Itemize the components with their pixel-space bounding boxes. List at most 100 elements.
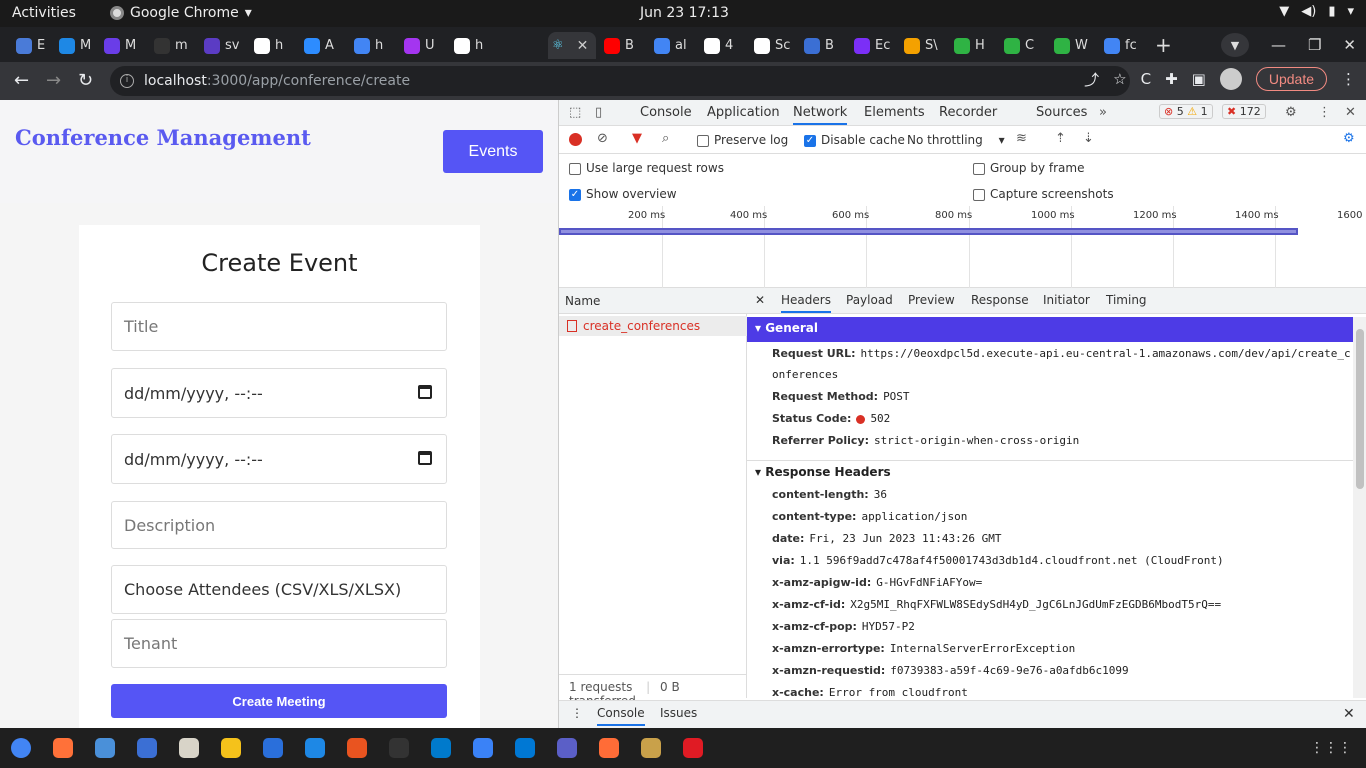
show-overview-checkbox[interactable]: ✓ Show overview	[569, 187, 677, 201]
thunderbird-icon[interactable]	[137, 738, 157, 758]
create-meeting-button[interactable]: Create Meeting	[111, 684, 447, 718]
browser-tab[interactable]: A	[300, 32, 334, 59]
writer-icon[interactable]	[263, 738, 283, 758]
browser-tab[interactable]: B	[800, 32, 834, 59]
error-warning-badge[interactable]: ⊗ 5 ⚠ 1	[1159, 104, 1213, 119]
browser-tab[interactable]: h	[450, 32, 483, 59]
search-icon[interactable]: ⌕	[662, 131, 669, 146]
browser-tab[interactable]: M	[100, 32, 136, 59]
profile-avatar[interactable]	[1219, 68, 1242, 90]
minimize-button[interactable]: —	[1271, 36, 1286, 54]
network-settings-gear-icon[interactable]: ⚙	[1343, 131, 1355, 146]
start-datetime-input[interactable]: dd/mm/yyyy, --:--	[111, 368, 447, 418]
devtools-tab-elements[interactable]: Elements	[864, 105, 925, 120]
show-apps-icon[interactable]: ⋮⋮⋮	[1310, 740, 1352, 756]
browser-tab[interactable]: W	[1050, 32, 1088, 59]
browser-tab[interactable]: Sc	[750, 32, 790, 59]
events-button[interactable]: Events	[443, 130, 543, 173]
software-icon[interactable]	[347, 738, 367, 758]
clear-icon[interactable]: ⊘	[597, 131, 608, 146]
inspect-element-icon[interactable]: ⬚	[569, 105, 581, 120]
archive-icon[interactable]	[641, 738, 661, 758]
request-row[interactable]: create_conferences	[559, 316, 747, 336]
detail-tab-headers[interactable]: Headers	[781, 293, 831, 313]
calendar-icon[interactable]	[418, 451, 432, 465]
network-overview[interactable]: 200 ms 400 ms 600 ms 800 ms 1000 ms 1200…	[559, 206, 1366, 288]
devtools-tab-sources[interactable]: Sources	[1036, 105, 1087, 120]
drawer-menu-icon[interactable]: ⋮	[571, 706, 583, 720]
forward-button[interactable]: →	[46, 70, 61, 91]
maximize-button[interactable]: ❐	[1308, 36, 1321, 54]
drawer-tab-issues[interactable]: Issues	[660, 706, 697, 720]
import-har-icon[interactable]: ⇡	[1055, 131, 1066, 146]
description-input[interactable]: Description	[111, 501, 447, 549]
disable-cache-checkbox[interactable]: ✓ Disable cache	[804, 133, 905, 147]
puzzle-icon[interactable]: ✚	[1165, 70, 1178, 88]
browser-tab[interactable]: C	[1000, 32, 1034, 59]
sidepanel-icon[interactable]: ▣	[1192, 70, 1206, 88]
network-conditions-icon[interactable]: ≋	[1016, 131, 1027, 146]
general-section-header[interactable]: ▾ General	[747, 317, 1353, 342]
active-browser-tab[interactable]: ⚛ ✕	[548, 32, 596, 59]
name-column-header[interactable]: Name	[559, 288, 747, 314]
activities-button[interactable]: Activities	[12, 5, 76, 21]
rhythmbox-icon[interactable]	[221, 738, 241, 758]
browser-tab[interactable]: B	[600, 32, 634, 59]
detail-tab-timing[interactable]: Timing	[1106, 293, 1147, 307]
title-input[interactable]: Title	[111, 302, 447, 351]
devtools-tab-recorder[interactable]: Recorder	[939, 105, 997, 120]
browser-tab[interactable]: h	[350, 32, 383, 59]
chromium-icon[interactable]	[95, 738, 115, 758]
firefox-icon[interactable]	[53, 738, 73, 758]
drawer-tab-console[interactable]: Console	[597, 706, 645, 726]
bookmark-star-icon[interactable]: ☆	[1113, 70, 1126, 88]
device-toolbar-icon[interactable]: ▯	[595, 105, 602, 120]
devtools-menu-icon[interactable]: ⋮	[1318, 105, 1331, 120]
export-har-icon[interactable]: ⇣	[1083, 131, 1094, 146]
back-button[interactable]: ←	[14, 70, 29, 91]
app-menu[interactable]: Google Chrome ▾	[110, 5, 252, 21]
close-devtools-icon[interactable]: ✕	[1345, 105, 1356, 120]
preserve-log-checkbox[interactable]: Preserve log	[697, 133, 788, 147]
browser-tab[interactable]: h	[250, 32, 283, 59]
share-icon[interactable]: ⤴	[1084, 69, 1099, 90]
browser-tab[interactable]: fc	[1100, 32, 1137, 59]
browser-tab[interactable]: sv	[200, 32, 239, 59]
update-button[interactable]: Update	[1255, 67, 1327, 91]
alert-icon[interactable]	[683, 738, 703, 758]
capture-screenshots-checkbox[interactable]: Capture screenshots	[973, 187, 1114, 201]
throttling-select[interactable]: No throttling ▾	[907, 133, 1005, 147]
detail-scrollbar[interactable]	[1353, 317, 1366, 698]
settings-gear-icon[interactable]: ⚙	[1285, 105, 1297, 120]
more-tabs-icon[interactable]: »	[1099, 105, 1107, 120]
devtools-tab-console[interactable]: Console	[640, 105, 692, 120]
devtools-tab-network[interactable]: Network	[793, 105, 848, 125]
response-headers-section-header[interactable]: ▾ Response Headers	[747, 460, 1353, 482]
end-datetime-input[interactable]: dd/mm/yyyy, --:--	[111, 434, 447, 484]
tenant-input[interactable]: Tenant	[111, 619, 447, 668]
chrome-icon[interactable]	[11, 738, 31, 758]
notes-icon[interactable]	[473, 738, 493, 758]
detail-tab-payload[interactable]: Payload	[846, 293, 893, 307]
reload-button[interactable]: ↻	[78, 70, 93, 91]
close-drawer-icon[interactable]: ✕	[1343, 706, 1355, 722]
scrollbar-thumb[interactable]	[1356, 329, 1364, 489]
browser-tab[interactable]: M	[55, 32, 91, 59]
detail-tab-preview[interactable]: Preview	[908, 293, 955, 307]
address-bar[interactable]: i localhost:3000/app/conference/create	[110, 66, 1130, 96]
system-tray[interactable]: ▼ ◀) ▮ ▾	[1279, 4, 1354, 19]
browser-tab[interactable]: al	[650, 32, 687, 59]
close-window-button[interactable]: ✕	[1343, 36, 1356, 54]
postman-icon[interactable]	[599, 738, 619, 758]
group-by-frame-checkbox[interactable]: Group by frame	[973, 161, 1084, 175]
new-tab-button[interactable]: +	[1155, 33, 1172, 57]
help-icon[interactable]	[305, 738, 325, 758]
detail-tab-initiator[interactable]: Initiator	[1043, 293, 1090, 307]
browser-tab[interactable]: H	[950, 32, 985, 59]
issues-badge[interactable]: ✖ 172	[1222, 104, 1266, 119]
info-icon[interactable]: i	[120, 74, 134, 88]
vscode-icon[interactable]	[431, 738, 451, 758]
browser-tab[interactable]: S\	[900, 32, 938, 59]
tab-search-button[interactable]: ▼	[1220, 33, 1249, 57]
more-menu-icon[interactable]: ⋮	[1341, 70, 1356, 88]
